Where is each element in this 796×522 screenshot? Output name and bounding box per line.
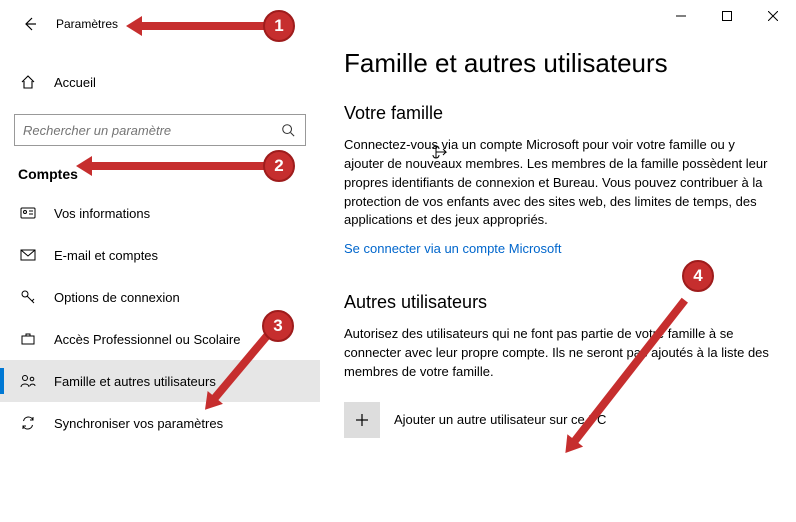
- maximize-button[interactable]: [704, 0, 750, 32]
- search-input[interactable]: [23, 123, 281, 138]
- sidebar-item-your-info[interactable]: Vos informations: [0, 192, 320, 234]
- category-heading: Comptes: [0, 146, 320, 192]
- others-heading: Autres utilisateurs: [344, 292, 772, 313]
- family-body: Connectez-vous via un compte Microsoft p…: [344, 136, 772, 230]
- mail-icon: [18, 247, 38, 263]
- sidebar-item-family[interactable]: Famille et autres utilisateurs: [0, 360, 320, 402]
- sidebar-item-label: Vos informations: [54, 206, 150, 221]
- key-icon: [18, 289, 38, 305]
- sidebar-item-email[interactable]: E-mail et comptes: [0, 234, 320, 276]
- id-card-icon: [18, 205, 38, 221]
- sidebar-item-label: E-mail et comptes: [54, 248, 158, 263]
- sidebar: Paramètres Accueil Comptes Vos informati…: [0, 0, 320, 522]
- sidebar-item-label: Options de connexion: [54, 290, 180, 305]
- signin-link[interactable]: Se connecter via un compte Microsoft: [344, 241, 562, 256]
- page-title: Famille et autres utilisateurs: [344, 48, 772, 79]
- minimize-icon: [676, 11, 686, 21]
- home-icon: [18, 74, 38, 90]
- close-button[interactable]: [750, 0, 796, 32]
- sidebar-item-signin-options[interactable]: Options de connexion: [0, 276, 320, 318]
- main-content: Famille et autres utilisateurs Votre fam…: [320, 0, 796, 522]
- maximize-icon: [722, 11, 732, 21]
- minimize-button[interactable]: [658, 0, 704, 32]
- header-row: Paramètres: [0, 0, 320, 48]
- plus-icon: [354, 412, 370, 428]
- back-button[interactable]: [12, 6, 48, 42]
- family-heading: Votre famille: [344, 103, 772, 124]
- others-body: Autorisez des utilisateurs qui ne font p…: [344, 325, 772, 382]
- sidebar-item-label: Famille et autres utilisateurs: [54, 374, 216, 389]
- arrow-left-icon: [22, 16, 38, 32]
- add-user-button[interactable]: [344, 402, 380, 438]
- sidebar-item-work-school[interactable]: Accès Professionnel ou Scolaire: [0, 318, 320, 360]
- search-icon: [281, 123, 297, 137]
- sidebar-item-home[interactable]: Accueil: [0, 62, 320, 102]
- window-controls: [658, 0, 796, 32]
- search-box[interactable]: [14, 114, 306, 146]
- home-label: Accueil: [54, 75, 96, 90]
- sidebar-item-label: Accès Professionnel ou Scolaire: [54, 332, 240, 347]
- close-icon: [768, 11, 778, 21]
- sidebar-item-sync[interactable]: Synchroniser vos paramètres: [0, 402, 320, 444]
- sync-icon: [18, 415, 38, 431]
- people-icon: [18, 373, 38, 389]
- add-user-row[interactable]: Ajouter un autre utilisateur sur ce PC: [344, 402, 772, 438]
- sidebar-item-label: Synchroniser vos paramètres: [54, 416, 223, 431]
- briefcase-icon: [18, 331, 38, 347]
- add-user-label: Ajouter un autre utilisateur sur ce PC: [394, 412, 606, 427]
- header-title: Paramètres: [56, 17, 118, 31]
